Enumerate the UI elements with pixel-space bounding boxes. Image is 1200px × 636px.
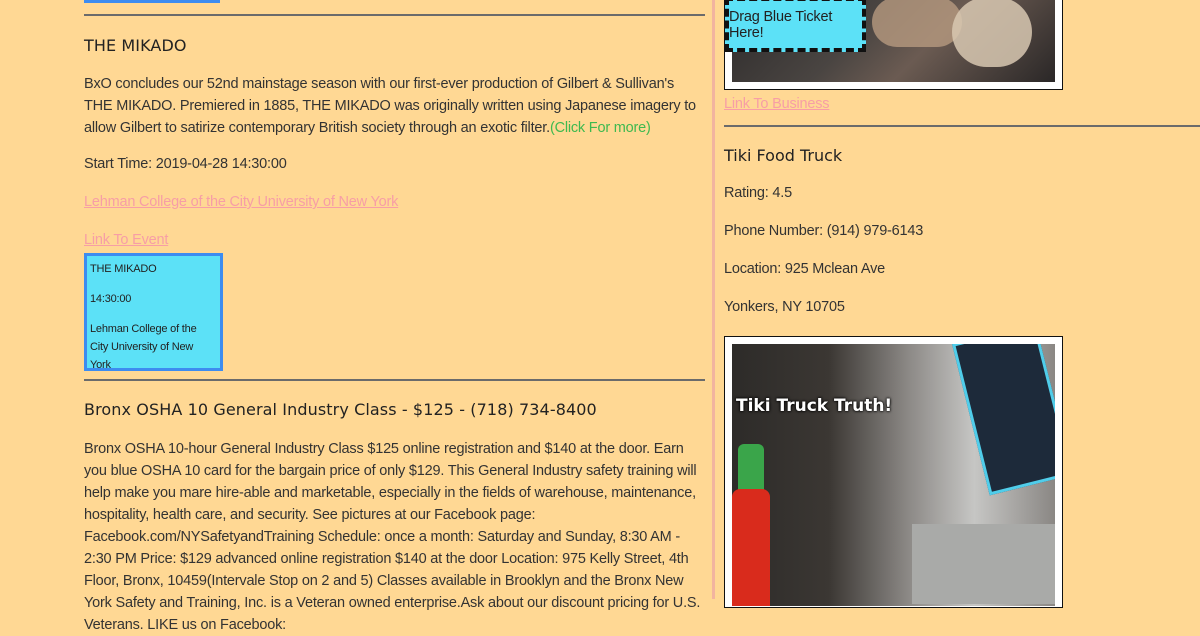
divider (84, 14, 705, 16)
event-ticket[interactable]: THE MIKADO 14:30:00 Lehman College of th… (84, 253, 223, 371)
ticket-drop-zone[interactable]: Drag Blue Ticket Here! (725, 0, 866, 52)
event-start-time: Start Time: 2019-04-28 14:30:00 (84, 156, 287, 172)
business-phone: Phone Number: (914) 979-6143 (724, 223, 924, 239)
business-location: Location: 925 Mclean Ave (724, 261, 885, 277)
ticket-title: THE MIKADO (90, 263, 157, 275)
divider (84, 379, 705, 381)
event-venue-link[interactable]: Lehman College of the City University of… (84, 194, 398, 210)
link-to-event[interactable]: Link To Event (84, 232, 168, 248)
ticket-time: 14:30:00 (90, 293, 132, 305)
link-to-business[interactable]: Link To Business (724, 96, 830, 112)
business-photo: Tiki Truck Truth! (732, 344, 1055, 606)
column-divider (712, 0, 715, 599)
business-city: Yonkers, NY 10705 (724, 299, 845, 315)
business-rating: Rating: 4.5 (724, 185, 792, 201)
event-description: Bronx OSHA 10-hour General Industry Clas… (84, 441, 701, 633)
photo-caption: Tiki Truck Truth! (736, 396, 893, 416)
event-description: BxO concludes our 52nd mainstage season … (84, 73, 705, 139)
business-photo-frame: Tiki Truck Truth! (724, 336, 1063, 608)
business-name: Tiki Food Truck (724, 146, 843, 165)
event-link-row: Link To Event (84, 232, 168, 248)
business-link-row: Link To Business (724, 96, 830, 112)
event-title: Bronx OSHA 10 General Industry Class - $… (84, 400, 597, 419)
ticket-venue: Lehman College of the City University of… (90, 323, 197, 371)
click-for-more-link[interactable]: (Click For more) (550, 120, 651, 136)
divider (724, 125, 1200, 127)
event-venue-row: Lehman College of the City University of… (84, 194, 398, 210)
business-image-frame: Drag Blue Ticket Here! (724, 0, 1063, 90)
event-title: THE MIKADO (84, 36, 187, 55)
previous-event-ticket[interactable] (84, 0, 220, 3)
